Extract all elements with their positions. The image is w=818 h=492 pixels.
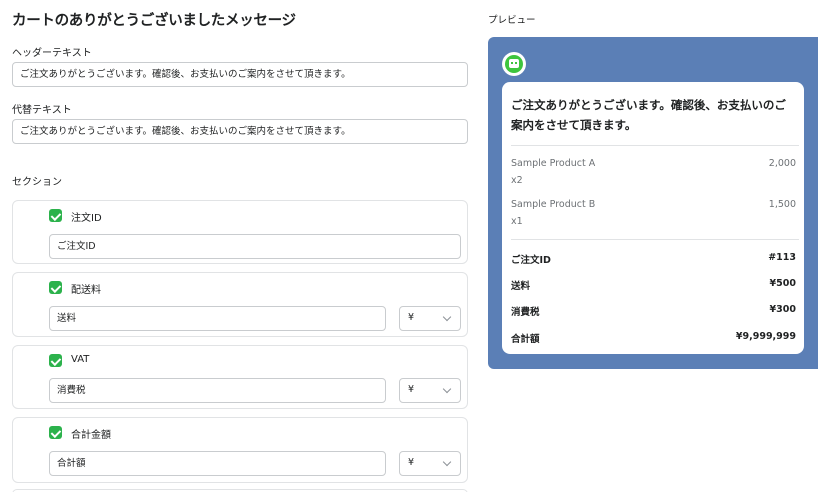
- product-price: 1,500: [768, 199, 796, 210]
- summary-label-total: 合計額: [511, 334, 540, 345]
- product-qty: x1: [511, 216, 523, 227]
- bot-avatar-icon: [502, 52, 526, 76]
- summary-value-total: ¥9,999,999: [735, 331, 796, 342]
- shipping-currency-value: ¥: [408, 312, 415, 323]
- summary-value-order-id: #113: [768, 252, 796, 263]
- section-card-total: 合計金額 合計額 ¥: [12, 417, 468, 483]
- preview-panel: ご注文ありがとうございます。確認後、お支払いのご案内をさせて頂きます。 Samp…: [488, 37, 818, 369]
- product-price: 2,000: [768, 158, 796, 169]
- order-id-checkbox[interactable]: [49, 209, 62, 222]
- product-qty: x2: [511, 175, 523, 186]
- divider: [511, 239, 799, 240]
- page-title: カートのありがとうございましたメッセージ: [12, 13, 296, 29]
- total-currency-value: ¥: [408, 457, 415, 468]
- total-title: 合計金額: [71, 430, 111, 441]
- shipping-title: 配送料: [71, 285, 101, 296]
- total-input[interactable]: 合計額: [49, 451, 386, 476]
- total-currency-select[interactable]: ¥: [399, 451, 461, 476]
- message-card: ご注文ありがとうございます。確認後、お支払いのご案内をさせて頂きます。 Samp…: [502, 82, 804, 354]
- preview-label: プレビュー: [488, 15, 536, 26]
- summary-value-shipping: ¥500: [769, 278, 796, 289]
- alt-text-input[interactable]: ご注文ありがとうございます。確認後、お支払いのご案内をさせて頂きます。: [12, 119, 468, 144]
- vat-currency-value: ¥: [408, 384, 415, 395]
- section-card-shipping: 配送料 送料 ¥: [12, 272, 468, 337]
- chevron-down-icon: [442, 384, 452, 394]
- sections-label: セクション: [12, 177, 62, 188]
- product-name: Sample Product B: [511, 199, 596, 210]
- summary-label-shipping: 送料: [511, 281, 531, 292]
- header-text-label: ヘッダーテキスト: [12, 48, 92, 59]
- header-text-input[interactable]: ご注文ありがとうございます。確認後、お支払いのご案内をさせて頂きます。: [12, 62, 468, 87]
- shipping-checkbox[interactable]: [49, 281, 62, 294]
- section-card-order-id: 注文ID ご注文ID: [12, 200, 468, 264]
- summary-label-vat: 消費税: [511, 307, 540, 318]
- vat-currency-select[interactable]: ¥: [399, 378, 461, 403]
- vat-checkbox[interactable]: [49, 354, 62, 367]
- vat-title: VAT: [71, 354, 90, 365]
- message-header: ご注文ありがとうございます。確認後、お支払いのご案内をさせて頂きます。: [511, 98, 786, 132]
- summary-label-order-id: ご注文ID: [511, 255, 551, 266]
- order-id-input[interactable]: ご注文ID: [49, 234, 461, 259]
- chevron-down-icon: [442, 312, 452, 322]
- product-name: Sample Product A: [511, 158, 596, 169]
- chevron-down-icon: [442, 457, 452, 467]
- alt-text-label: 代替テキスト: [12, 105, 72, 116]
- total-checkbox[interactable]: [49, 426, 62, 439]
- shipping-input[interactable]: 送料: [49, 306, 386, 331]
- vat-input[interactable]: 消費税: [49, 378, 386, 403]
- summary-value-vat: ¥300: [769, 304, 796, 315]
- shipping-currency-select[interactable]: ¥: [399, 306, 461, 331]
- section-card-vat: VAT 消費税 ¥: [12, 345, 468, 409]
- order-id-title: 注文ID: [71, 213, 102, 224]
- divider: [511, 145, 799, 146]
